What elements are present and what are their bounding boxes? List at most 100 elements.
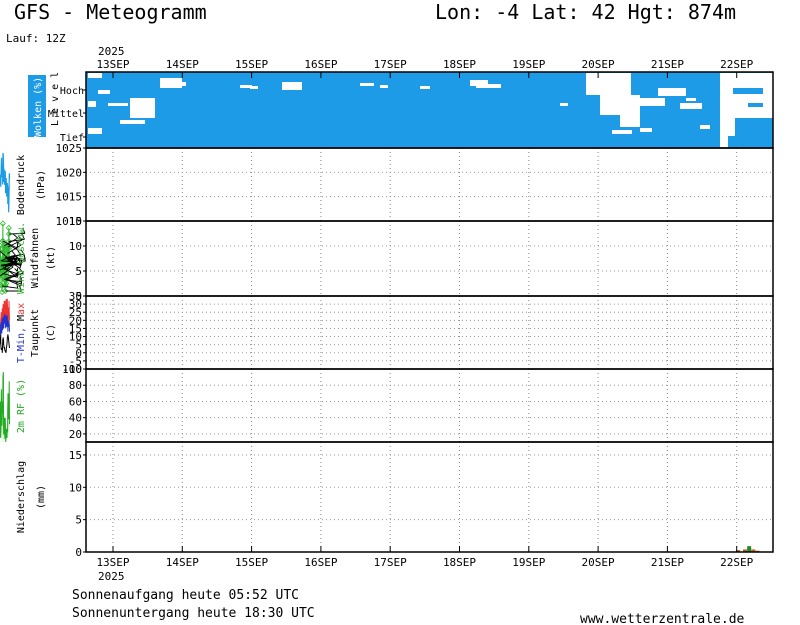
humidity-ytick: 20	[69, 428, 82, 441]
cloud-gap	[700, 125, 710, 129]
precipitation-ytick: 0	[75, 546, 82, 559]
sunrise-info: Sonnenaufgang heute 05:52 UTC	[72, 588, 299, 603]
humidity-ytick: 80	[69, 379, 82, 392]
precip-bar	[747, 546, 752, 552]
cloud-block	[748, 103, 763, 107]
model-run: Lauf: 12Z	[6, 32, 66, 45]
cloud-gap	[250, 86, 258, 89]
cloud-gap	[88, 101, 96, 107]
cloud-block	[728, 136, 773, 148]
date-label-top: 14SEP	[166, 58, 199, 71]
date-label-top: 19SEP	[512, 58, 545, 71]
source-credit: www.wetterzentrale.de	[580, 612, 745, 625]
dewpoint-line	[0, 334, 10, 353]
precip-ylabel: Niederschlag	[16, 461, 27, 533]
cloud-gap	[108, 103, 128, 106]
cloud-gap	[380, 85, 388, 88]
date-label-top: 21SEP	[651, 58, 684, 71]
cloud-gap	[612, 130, 632, 134]
precipitation-frame	[85, 441, 774, 553]
cloud-gap	[686, 98, 696, 101]
date-label-top: 13SEP	[96, 58, 129, 71]
precipitation-ytick: 10	[69, 481, 82, 494]
cloud-gap	[620, 113, 640, 127]
wind-ylabel2: Windfahnen	[30, 228, 41, 288]
date-label-top: 15SEP	[235, 58, 268, 71]
date-label-bottom: 21SEP	[651, 556, 684, 569]
date-label-top: 20SEP	[582, 58, 615, 71]
date-label-top: 22SEP	[720, 58, 753, 71]
cloud-ylabel: Wolken (%)	[33, 77, 44, 137]
humidity-ytick: 40	[69, 412, 82, 425]
cloud-gap	[745, 108, 765, 112]
humidity-frame	[85, 368, 774, 443]
date-label-bottom: 19SEP	[512, 556, 545, 569]
cloud-block	[733, 88, 763, 94]
cloud-gap	[740, 80, 744, 84]
location-info: Lon: -4 Lat: 42 Hgt: 874m	[435, 0, 736, 24]
wind-ylabel: Wind Geschw.	[16, 222, 27, 294]
cloud-cover-area	[86, 72, 773, 148]
cloud-gap	[476, 84, 501, 88]
humidity-ytick: 60	[69, 395, 82, 408]
wind-frame	[85, 220, 774, 297]
tmax-label: ax	[16, 303, 27, 315]
cloud-gap	[174, 82, 186, 86]
precip-unit: (mm)	[36, 485, 47, 509]
cloud-gap	[98, 90, 110, 94]
date-label-bottom: 18SEP	[443, 556, 476, 569]
cloud-gap	[88, 128, 102, 134]
cloud-gap	[586, 73, 631, 95]
date-label-bottom: 13SEP	[96, 556, 129, 569]
precipitation-ytick: 5	[75, 514, 82, 527]
year-top: 2025	[98, 45, 125, 58]
humidity-ytick: 100	[62, 363, 82, 376]
dewpoint-ylabel: Taupunkt	[30, 309, 41, 357]
tmin-label: T-Min,	[16, 327, 27, 363]
pressure-ytick: 1025	[56, 142, 83, 155]
date-label-bottom: 22SEP	[720, 556, 753, 569]
pressure-unit: (hPa)	[36, 170, 47, 200]
date-label-top: 18SEP	[443, 58, 476, 71]
date-label-top: 16SEP	[304, 58, 337, 71]
pressure-line	[0, 152, 11, 213]
date-label-bottom: 14SEP	[166, 556, 199, 569]
cloud-level-0: Hoch	[60, 86, 84, 97]
wind-ytick: 15	[69, 215, 82, 228]
date-label-top: 17SEP	[374, 58, 407, 71]
cloud-gap	[360, 83, 374, 86]
cloud-gap	[658, 88, 686, 96]
cloud-level-1: Mittel	[48, 109, 84, 120]
wind-ytick: 5	[75, 265, 82, 278]
meteogram-chart: GFS - Meteogramm Lon: -4 Lat: 42 Hgt: 87…	[0, 0, 776, 625]
temperature-frame	[85, 295, 774, 370]
precipitation-ytick: 15	[69, 449, 82, 462]
wind-unit: (kt)	[46, 246, 57, 270]
meteogram: GFS - Meteogramm Lon: -4 Lat: 42 Hgt: 87…	[0, 0, 800, 625]
meteogram-title: GFS - Meteogramm	[14, 0, 207, 24]
temperature-unit: (C)	[46, 324, 57, 342]
pressure-ytick: 1020	[56, 166, 83, 179]
cloud-gap	[640, 128, 652, 132]
date-label-bottom: 15SEP	[235, 556, 268, 569]
cloud-gap	[620, 98, 665, 106]
sunset-info: Sonnenuntergang heute 18:30 UTC	[72, 606, 315, 621]
pressure-ylabel: Bodendruck	[16, 155, 27, 215]
humidity-ylabel: 2m RF (%)	[16, 379, 27, 433]
wind-ytick: 10	[69, 240, 82, 253]
date-label-bottom: 16SEP	[304, 556, 337, 569]
date-label-bottom: 20SEP	[582, 556, 615, 569]
label-sep: M	[16, 315, 27, 327]
cloud-gap	[420, 86, 430, 89]
date-label-bottom: 17SEP	[374, 556, 407, 569]
year-bottom: 2025	[98, 570, 125, 583]
temperature-ylabel: T-Min, Max	[16, 303, 27, 363]
pressure-frame	[85, 147, 774, 222]
cloud-gap	[88, 73, 102, 78]
cloud-gap	[560, 103, 568, 106]
cloud-gap	[285, 87, 295, 90]
cloud-gap	[150, 98, 155, 108]
cloud-gap	[120, 120, 145, 124]
cloud-gap	[680, 103, 702, 109]
pressure-ytick: 1015	[56, 191, 83, 204]
